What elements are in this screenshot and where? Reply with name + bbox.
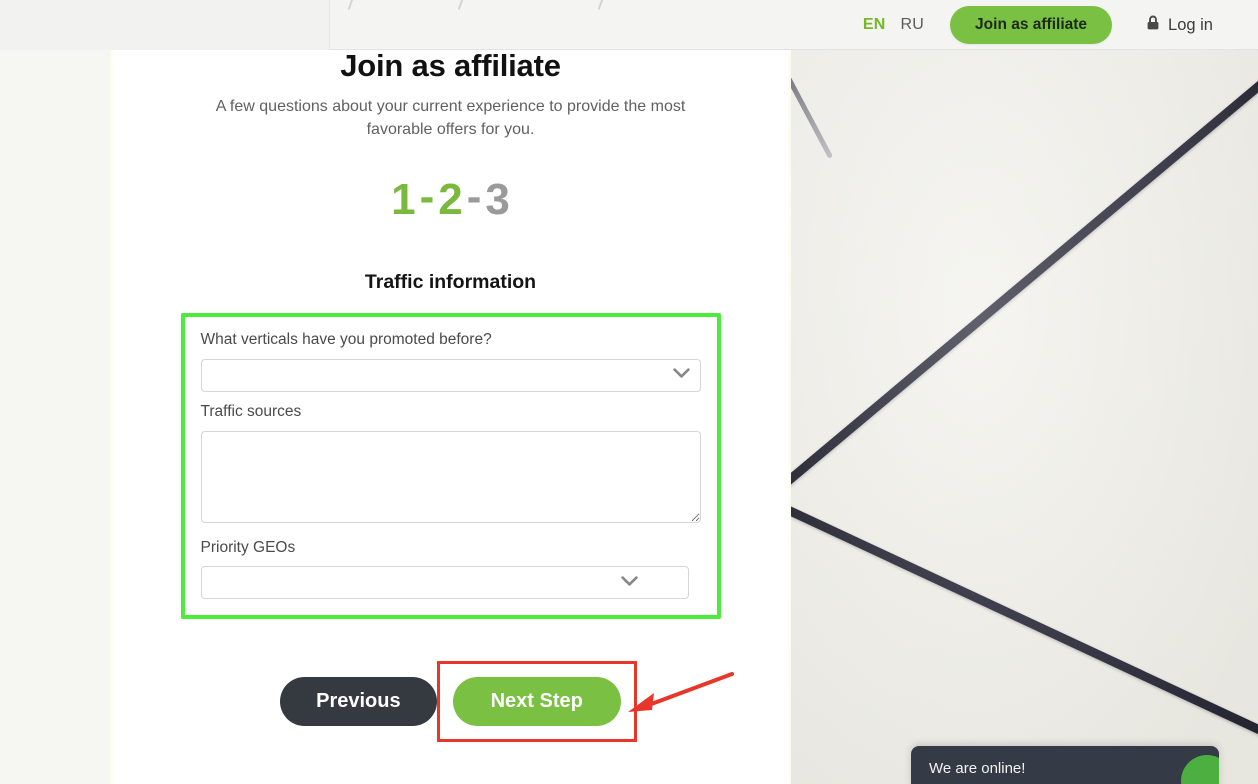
header-left-strip: [0, 0, 330, 50]
step-dash-2: -: [466, 172, 482, 222]
background-diagonal-line: [791, 0, 1258, 608]
chat-status-text: We are online!: [929, 759, 1026, 777]
step-3: 3: [485, 175, 510, 225]
photo-vignette: [791, 0, 1258, 784]
form-actions: Previous Next Step: [110, 661, 791, 743]
nav-separator: [597, 0, 605, 10]
content-card: Join as affiliate A few questions about …: [110, 50, 791, 784]
lock-icon: [1146, 15, 1160, 36]
card-content: Join as affiliate A few questions about …: [110, 50, 791, 743]
background-diagonal-line: [791, 395, 1258, 784]
field-priority-geos: Priority GEOs: [200, 538, 701, 600]
page-subtitle: A few questions about your current exper…: [215, 98, 686, 139]
step-dash-1: -: [419, 172, 435, 222]
log-in-link[interactable]: Log in: [1146, 15, 1213, 36]
log-in-label: Log in: [1168, 15, 1213, 34]
next-step-button[interactable]: Next Step: [452, 677, 621, 727]
priority-geos-label: Priority GEOs: [200, 538, 296, 556]
nav-separator: [347, 0, 355, 10]
verticals-select[interactable]: [200, 358, 701, 392]
language-en[interactable]: EN: [860, 16, 889, 34]
traffic-information-form-group: What verticals have you promoted before?: [180, 313, 721, 620]
next-step-wrapper: Next Step: [436, 661, 637, 743]
field-traffic-sources: Traffic sources: [200, 402, 701, 528]
top-header-bar: EN RU Join as affiliate Log in: [0, 0, 1258, 50]
chat-widget[interactable]: We are online!: [911, 746, 1219, 784]
priority-geos-select[interactable]: [200, 566, 689, 600]
nav-separator: [457, 0, 465, 10]
traffic-sources-label: Traffic sources: [200, 402, 302, 420]
traffic-sources-textarea[interactable]: [200, 430, 701, 523]
header-nav-separators: [330, 0, 790, 50]
page-title: Join as affiliate: [340, 50, 561, 83]
language-ru[interactable]: RU: [898, 16, 928, 34]
field-verticals: What verticals have you promoted before?: [200, 331, 701, 392]
step-indicator: 1-2-3: [110, 172, 791, 225]
background-photo: [791, 0, 1258, 784]
priority-geos-select-wrapper: [200, 566, 701, 600]
verticals-label: What verticals have you promoted before?: [200, 331, 492, 349]
step-2: 2: [438, 175, 463, 225]
step-1: 1: [391, 175, 416, 225]
header-right-controls: EN RU Join as affiliate Log in: [860, 0, 1258, 50]
verticals-select-wrapper: [200, 358, 701, 392]
join-as-affiliate-button[interactable]: Join as affiliate: [950, 5, 1113, 45]
chat-bubble-icon[interactable]: [1181, 755, 1219, 784]
previous-button[interactable]: Previous: [280, 677, 437, 727]
section-title: Traffic information: [364, 271, 537, 294]
page-root: EN RU Join as affiliate Log in Join as a…: [0, 0, 1258, 784]
